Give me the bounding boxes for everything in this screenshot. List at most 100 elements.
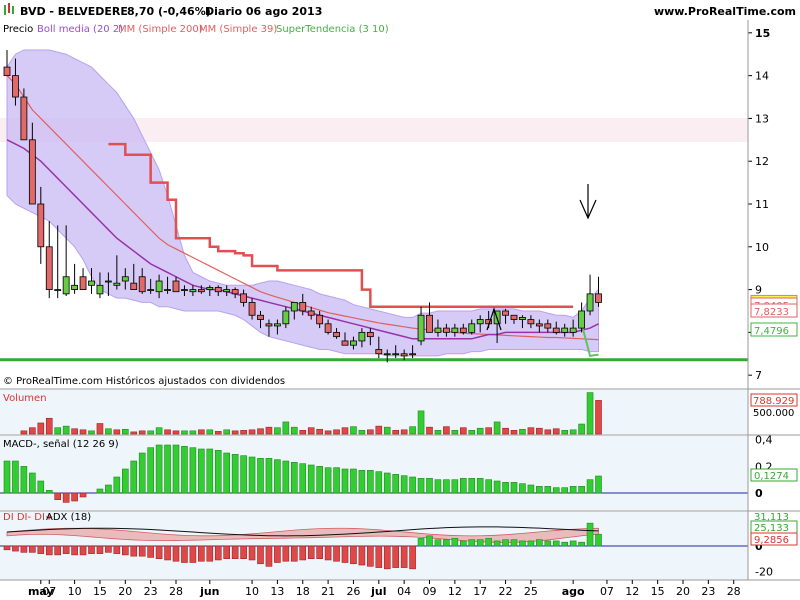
macd-bar	[434, 479, 442, 494]
legend-boll: Boll media (20 2)	[37, 24, 123, 35]
dmi-bar	[198, 545, 205, 562]
dmi-bar	[122, 545, 129, 556]
dmi-bar	[510, 539, 518, 547]
legend-price: Precio	[3, 24, 33, 35]
volume-bar	[417, 410, 425, 435]
candle	[578, 310, 585, 329]
candle	[366, 331, 374, 338]
dmi-bar	[586, 522, 594, 547]
volume-bar	[105, 428, 112, 435]
dmi-bar	[324, 545, 332, 561]
candle	[290, 302, 298, 312]
dmi-bar	[29, 545, 36, 553]
macd-bar	[578, 486, 585, 494]
price-change: 8,70 (-0,46%)	[127, 5, 211, 18]
candle	[265, 323, 273, 327]
macd-bar	[113, 476, 121, 494]
dmi-bar	[316, 545, 323, 559]
macd-bar	[257, 458, 264, 494]
dmi-bar	[290, 545, 298, 562]
macd-bar	[20, 466, 28, 494]
dmi-bar	[536, 539, 543, 547]
candle	[96, 284, 104, 295]
candle	[20, 96, 28, 141]
dmi-bar	[443, 539, 450, 547]
macd-bar	[282, 460, 290, 494]
ticker-title: BVD - BELVEDERE	[20, 5, 128, 18]
dmi-bar	[96, 545, 104, 554]
candle	[299, 302, 307, 312]
dmi-bar	[37, 545, 45, 554]
macd-bar	[569, 486, 577, 494]
volume-bar	[240, 430, 247, 435]
dmi-bar	[527, 540, 535, 547]
macd-bar	[299, 463, 307, 494]
volume-bar	[122, 428, 129, 435]
legend-mm39: MM (Simple 39)	[199, 24, 277, 35]
macd-bar	[367, 470, 374, 494]
macd-bar	[358, 470, 366, 494]
x-tick-label: 25	[524, 585, 538, 598]
dmi-bar	[88, 545, 95, 554]
volume-bar	[37, 422, 45, 435]
macd-bar	[595, 475, 602, 494]
x-tick-label: 10	[68, 585, 82, 598]
x-tick-label: 07	[42, 585, 56, 598]
macd-bar	[164, 444, 171, 494]
dmi-bar	[417, 538, 425, 547]
dmi-bar	[71, 545, 78, 556]
dmi-bar	[476, 539, 484, 547]
site-label: www.ProRealTime.com	[654, 5, 796, 18]
dmi-bar	[155, 545, 163, 559]
dmi-bar	[105, 545, 112, 553]
macd-bar	[409, 476, 416, 494]
macd-bar	[519, 483, 526, 494]
volume-bar	[282, 421, 290, 435]
candle	[383, 353, 391, 356]
volume-bar	[400, 429, 408, 435]
volume-bar	[595, 400, 602, 435]
macd-bar	[536, 486, 543, 494]
macd-bar	[476, 478, 484, 494]
volume-bar	[468, 430, 476, 435]
adx-title: ADX (18)	[46, 512, 91, 523]
dmi-bar	[265, 545, 273, 567]
volume-bar	[181, 430, 188, 435]
volume-bar	[341, 427, 349, 435]
dmi-bar	[400, 545, 408, 568]
dmi-bar	[248, 545, 256, 561]
macd-bar	[426, 478, 433, 494]
volume-bar	[561, 430, 569, 435]
macd-bar	[274, 459, 281, 494]
macd-bar	[324, 467, 332, 494]
dmi-bar	[138, 545, 146, 557]
candle	[54, 289, 62, 291]
candle	[426, 314, 433, 333]
volume-bar	[96, 423, 104, 435]
dmi-bar	[383, 545, 391, 570]
volume-bar	[147, 430, 154, 435]
macd-bar	[198, 448, 205, 494]
macd-bar	[12, 460, 19, 494]
x-tick-label: ago	[562, 585, 585, 598]
volume-bar	[333, 429, 340, 435]
candle	[595, 293, 602, 303]
x-tick-label: jul	[370, 585, 386, 598]
candle	[316, 314, 324, 325]
volume-bar	[290, 426, 298, 435]
candle	[45, 246, 53, 290]
dmi-bar	[561, 541, 569, 547]
dmi-bar	[12, 545, 19, 552]
dmi-bar	[3, 545, 11, 551]
x-tick-label: 28	[169, 585, 183, 598]
di-minus-value-label: 9,2856	[754, 535, 789, 546]
candle	[392, 353, 400, 356]
dmi-bar	[578, 541, 585, 547]
volume-bar	[451, 430, 459, 435]
price-tick-label: 9	[755, 284, 762, 297]
macd-bar	[375, 471, 383, 494]
volume-bar	[519, 428, 526, 435]
volume-bar	[307, 427, 315, 435]
candle	[214, 287, 222, 293]
candle	[502, 310, 509, 316]
